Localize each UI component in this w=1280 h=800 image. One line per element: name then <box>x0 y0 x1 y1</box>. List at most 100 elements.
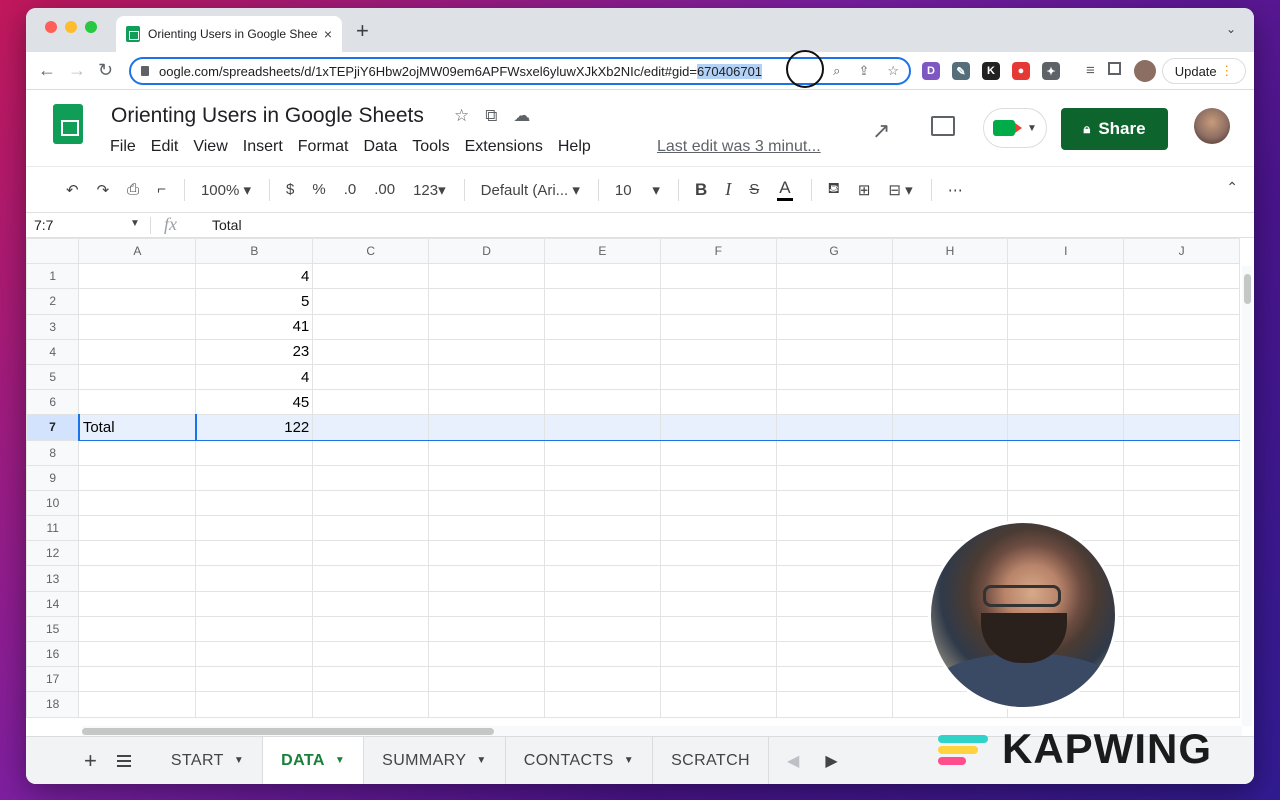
cell[interactable] <box>659 363 777 391</box>
cell[interactable] <box>891 389 1009 416</box>
cell[interactable] <box>544 464 661 491</box>
cell[interactable] <box>428 666 545 693</box>
cell[interactable]: 122 <box>195 414 314 441</box>
cell[interactable] <box>428 389 545 416</box>
extension-icon[interactable]: ✦ <box>1042 62 1060 80</box>
cell[interactable] <box>428 640 545 668</box>
all-sheets-icon[interactable] <box>116 754 131 767</box>
cell[interactable] <box>775 640 893 668</box>
menu-item-data[interactable]: Data <box>363 138 397 156</box>
cell[interactable] <box>428 263 545 290</box>
cell[interactable] <box>544 313 661 340</box>
cell[interactable] <box>78 338 197 365</box>
chevron-down-icon[interactable]: ▼ <box>476 755 486 766</box>
cell[interactable] <box>775 363 893 391</box>
cell[interactable] <box>775 691 893 718</box>
font-select[interactable]: Default (Ari... ▾ <box>481 181 580 199</box>
cell[interactable] <box>1123 489 1240 517</box>
cell[interactable] <box>659 288 777 315</box>
cell[interactable] <box>544 439 661 466</box>
collapse-toolbar-icon[interactable]: ⌃ <box>1226 179 1238 196</box>
cell[interactable] <box>428 615 545 643</box>
move-folder-icon[interactable]: ⧉ <box>485 106 497 126</box>
bold-button[interactable]: B <box>695 180 707 200</box>
cell[interactable] <box>544 489 661 517</box>
column-header[interactable]: A <box>78 238 197 265</box>
cell[interactable] <box>891 363 1009 391</box>
cell[interactable] <box>428 489 545 517</box>
cell[interactable] <box>1007 439 1125 466</box>
cell[interactable] <box>659 313 777 340</box>
cell[interactable] <box>312 338 430 365</box>
cell[interactable] <box>544 565 661 592</box>
cell[interactable] <box>195 515 314 542</box>
row-header[interactable]: 9 <box>26 464 80 491</box>
cell[interactable] <box>195 640 314 668</box>
column-header[interactable]: H <box>891 238 1009 265</box>
scrollbar-thumb[interactable] <box>1244 274 1251 304</box>
extension-icon[interactable]: D <box>922 62 940 80</box>
cell[interactable] <box>195 540 314 567</box>
cell[interactable] <box>1123 389 1240 416</box>
cell[interactable] <box>659 414 777 441</box>
row-header[interactable]: 5 <box>26 363 80 391</box>
cell[interactable] <box>1007 363 1125 391</box>
share-page-icon[interactable]: ⇪ <box>858 63 869 79</box>
column-header[interactable]: B <box>195 238 314 265</box>
cell[interactable] <box>1007 338 1125 365</box>
cell[interactable] <box>195 666 314 693</box>
menu-item-extensions[interactable]: Extensions <box>465 138 543 156</box>
cell[interactable]: 23 <box>195 338 314 365</box>
cell[interactable] <box>775 389 893 416</box>
cell[interactable] <box>195 464 314 491</box>
cell[interactable] <box>312 640 430 668</box>
cell[interactable] <box>659 640 777 668</box>
cell[interactable] <box>659 590 777 617</box>
cell[interactable] <box>312 515 430 542</box>
cell[interactable]: 4 <box>195 363 314 391</box>
cell[interactable] <box>775 666 893 693</box>
cell[interactable] <box>195 590 314 617</box>
scroll-left-icon[interactable]: ◀ <box>787 751 799 771</box>
cell[interactable] <box>544 615 661 643</box>
cell[interactable] <box>428 590 545 617</box>
row-header[interactable]: 18 <box>26 691 80 718</box>
doc-title[interactable]: Orienting Users in Google Sheets <box>111 104 424 128</box>
menu-item-format[interactable]: Format <box>298 138 349 156</box>
cell[interactable] <box>659 263 777 290</box>
cell[interactable]: Total <box>77 414 197 441</box>
currency-button[interactable]: $ <box>286 181 294 198</box>
cell[interactable] <box>312 439 430 466</box>
side-panel-icon[interactable] <box>1108 62 1121 75</box>
column-header[interactable]: F <box>659 238 777 265</box>
scrollbar-thumb[interactable] <box>82 728 494 735</box>
cell[interactable] <box>78 464 197 491</box>
zoom-icon[interactable]: ⌕ <box>833 63 840 79</box>
cell[interactable] <box>544 666 661 693</box>
cell[interactable] <box>891 414 1009 441</box>
cell[interactable] <box>78 363 197 391</box>
cell[interactable] <box>78 615 197 643</box>
cell[interactable] <box>1007 313 1125 340</box>
cell[interactable] <box>195 489 314 517</box>
add-sheet-button[interactable]: + <box>84 748 97 774</box>
cell[interactable] <box>775 515 893 542</box>
cell[interactable] <box>312 691 430 718</box>
cell[interactable] <box>659 565 777 592</box>
share-button[interactable]: 🔒︎ Share <box>1061 108 1168 150</box>
sheets-logo-icon[interactable] <box>53 104 83 144</box>
sheet-tab-summary[interactable]: SUMMARY ▼ <box>364 736 506 784</box>
menu-item-view[interactable]: View <box>193 138 227 156</box>
cell[interactable] <box>659 464 777 491</box>
reading-list-icon[interactable]: ≡ <box>1086 62 1095 79</box>
row-header[interactable]: 2 <box>26 288 80 315</box>
column-header[interactable]: J <box>1123 238 1240 265</box>
cell[interactable] <box>775 439 893 466</box>
row-header[interactable]: 15 <box>26 615 80 643</box>
decrease-decimal-button[interactable]: .0 <box>344 181 357 198</box>
cell[interactable] <box>544 515 661 542</box>
cell[interactable] <box>312 540 430 567</box>
cell[interactable] <box>659 389 777 416</box>
reload-icon[interactable]: ↻ <box>98 60 113 81</box>
fill-color-icon[interactable]: ⛾ <box>828 180 840 199</box>
